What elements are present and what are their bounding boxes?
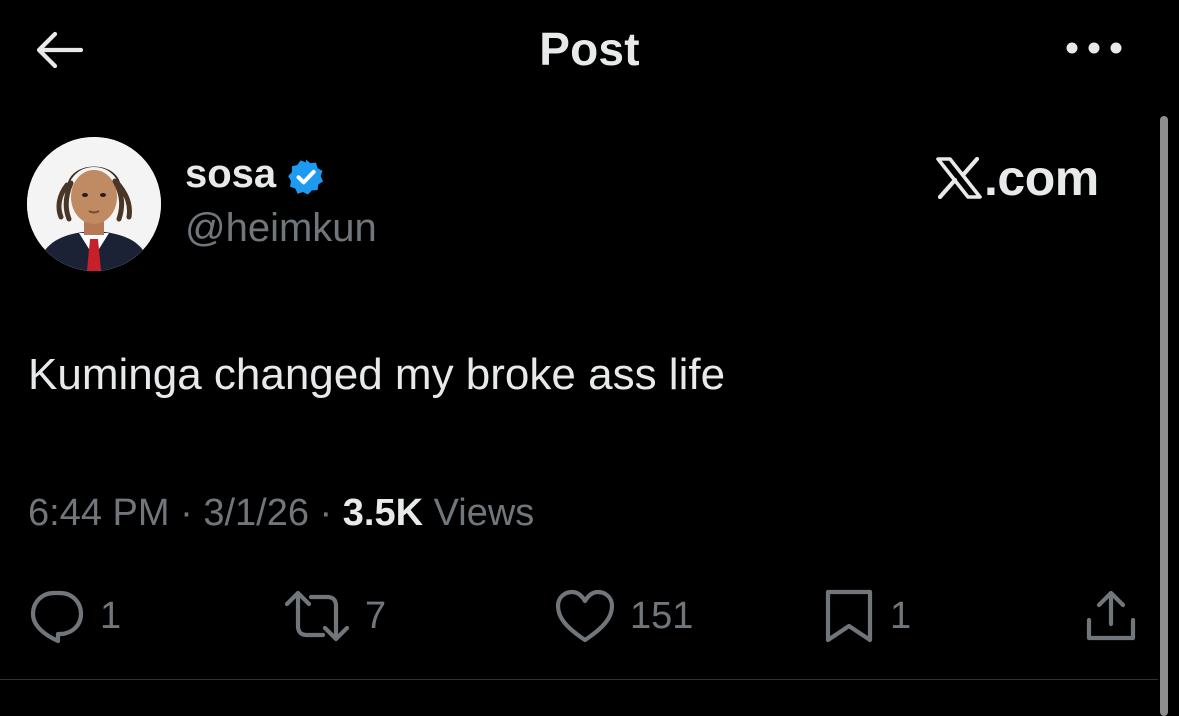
post-text: Kuminga changed my broke ass life xyxy=(28,350,726,399)
repost-button[interactable]: 7 xyxy=(283,588,386,644)
more-horizontal-icon xyxy=(1066,42,1122,54)
reply-icon xyxy=(30,590,84,644)
avatar-photo xyxy=(27,137,161,271)
like-count: 151 xyxy=(630,594,694,637)
heart-icon xyxy=(555,589,615,643)
meta-separator: · xyxy=(308,492,343,534)
verified-badge-icon xyxy=(288,159,324,195)
display-name: sosa xyxy=(185,152,277,196)
more-options-button[interactable] xyxy=(1062,30,1126,66)
divider xyxy=(0,679,1158,680)
views-label: Views xyxy=(423,492,535,534)
bookmark-icon xyxy=(825,589,873,643)
watermark-suffix: .com xyxy=(984,150,1099,206)
bookmark-count: 1 xyxy=(890,594,912,637)
post-time[interactable]: 6:44 PM xyxy=(28,492,170,534)
views-count[interactable]: 3.5K xyxy=(343,492,423,534)
share-button[interactable] xyxy=(1084,588,1138,644)
post-date[interactable]: 3/1/26 xyxy=(203,492,309,534)
share-icon xyxy=(1086,590,1136,641)
post-meta: 6:44 PM · 3/1/26 · 3.5K Views xyxy=(28,492,534,535)
repost-icon xyxy=(284,590,350,642)
watermark: .com xyxy=(936,148,1124,208)
author-name-link[interactable]: sosa xyxy=(185,152,326,197)
reply-count: 1 xyxy=(100,594,122,637)
scrollbar[interactable] xyxy=(1160,116,1168,716)
author-handle[interactable]: @heimkun xyxy=(185,206,377,251)
reply-button[interactable]: 1 xyxy=(28,588,121,644)
like-button[interactable]: 151 xyxy=(554,588,693,644)
repost-count: 7 xyxy=(365,594,387,637)
avatar[interactable] xyxy=(27,137,161,271)
page-title: Post xyxy=(539,23,640,75)
bookmark-button[interactable]: 1 xyxy=(822,588,911,644)
x-logo-icon xyxy=(936,157,982,199)
meta-separator: · xyxy=(169,492,204,534)
